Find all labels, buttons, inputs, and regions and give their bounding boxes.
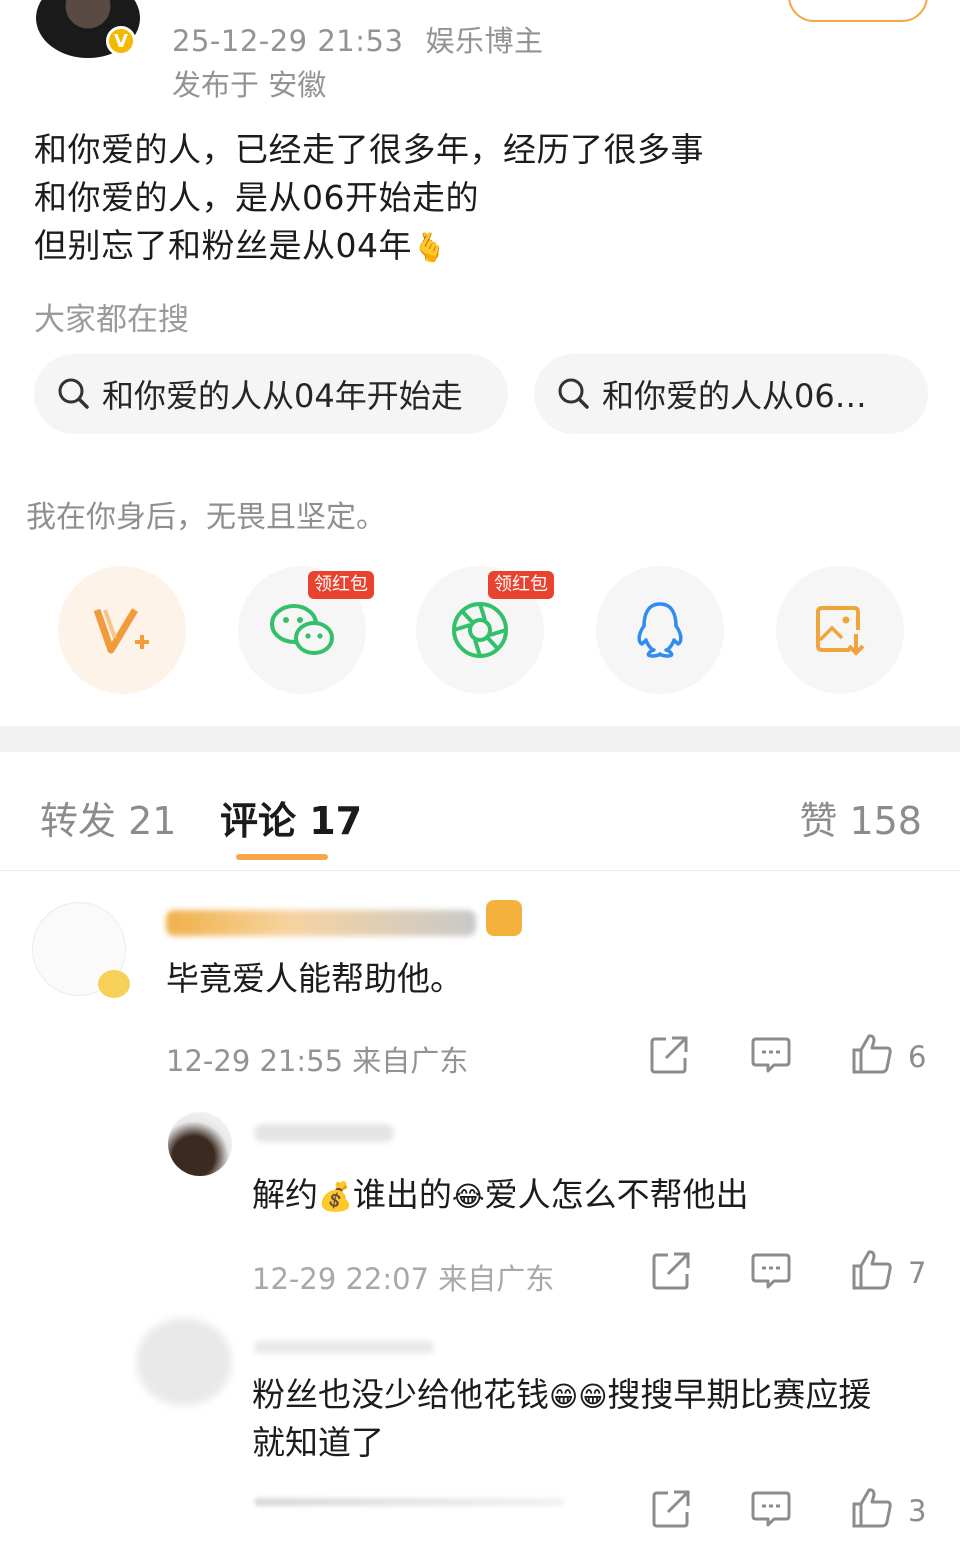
reply-icon[interactable] <box>750 1250 792 1292</box>
comment-text-part: 解约 <box>252 1175 318 1214</box>
comment-meta: 12-29 22:07 来自广东 <box>252 1262 555 1296</box>
post-line-3: 但别忘了和粉丝是从04年🫰 <box>34 222 704 272</box>
search-icon <box>58 378 89 409</box>
share-v-plus-button[interactable] <box>58 566 186 694</box>
comment-meta: 12-29 21:55 来自广东 <box>166 1044 469 1078</box>
save-image-icon <box>816 606 865 656</box>
commenter-name[interactable] <box>254 1340 434 1354</box>
comment-text: 粉丝也没少给他花钱😁😁搜搜早期比赛应援 <box>252 1370 871 1422</box>
reply-icon[interactable] <box>750 1034 792 1076</box>
member-badge-icon <box>98 970 130 998</box>
verified-badge-icon: V <box>106 26 136 56</box>
post-line-1: 和你爱的人，已经走了很多年，经历了很多事 <box>34 130 704 169</box>
search-chip-2[interactable]: 和你爱的人从06… <box>534 354 928 434</box>
comment-meta <box>254 1498 564 1506</box>
search-chip-1[interactable]: 和你爱的人从04年开始走 <box>34 354 508 434</box>
tab-likes[interactable]: 赞 158 <box>799 790 922 845</box>
comment-text-part: 爱人怎么不帮他出 <box>484 1175 749 1214</box>
like-icon[interactable] <box>850 1486 894 1530</box>
save-image-button[interactable] <box>776 566 904 694</box>
comment-text-part: 谁出的 <box>352 1175 452 1214</box>
like-icon[interactable] <box>850 1032 894 1076</box>
commenter-name[interactable] <box>254 1124 394 1142</box>
redpack-badge: 领红包 <box>488 571 554 599</box>
author-tag: 娱乐博主 <box>425 24 544 58</box>
share-icon[interactable] <box>650 1488 692 1530</box>
grinning-face-icon: 😁😁 <box>549 1380 608 1413</box>
tab-repost[interactable]: 转发 21 <box>40 790 176 845</box>
post-meta: 25-12-29 21:53 娱乐博主 <box>172 18 543 60</box>
qq-icon <box>637 602 683 658</box>
wechat-icon <box>270 604 334 655</box>
commenter-avatar[interactable] <box>168 1112 232 1176</box>
redpack-badge: 领红包 <box>308 571 374 599</box>
like-count: 6 <box>908 1040 927 1074</box>
laughing-tears-icon: 😂 <box>451 1180 485 1213</box>
commenter-name[interactable] <box>166 910 476 936</box>
follow-button[interactable] <box>788 0 928 22</box>
post-text: 和你爱的人，已经走了很多年，经历了很多事 和你爱的人，是从06开始走的 但别忘了… <box>34 126 704 272</box>
post-location: 发布于 安徽 <box>172 68 327 102</box>
post-timestamp: 25-12-29 21:53 <box>172 24 404 58</box>
like-icon[interactable] <box>850 1248 894 1292</box>
moments-icon <box>452 602 508 658</box>
share-icon[interactable] <box>650 1250 692 1292</box>
v-plus-icon <box>93 608 149 654</box>
search-icon <box>558 378 589 409</box>
comment-text: 解约💰谁出的😂爱人怎么不帮他出 <box>252 1170 749 1222</box>
comment-text-part: 粉丝也没少给他花钱 <box>252 1375 549 1414</box>
active-tab-indicator <box>236 854 328 860</box>
share-qq-button[interactable] <box>596 566 724 694</box>
money-bag-icon: 💰 <box>318 1180 353 1213</box>
post-line-2: 和你爱的人，是从06开始走的 <box>34 178 479 217</box>
comment-text: 毕竟爱人能帮助他。 <box>166 959 463 998</box>
author-signature: 我在你身后，无畏且坚定。 <box>26 500 386 535</box>
trending-search-label: 大家都在搜 <box>34 302 189 338</box>
like-count: 7 <box>908 1256 927 1290</box>
finger-heart-icon: 🫰 <box>412 231 448 264</box>
tabs-divider <box>0 870 960 871</box>
fan-level-badge-icon <box>486 900 522 936</box>
search-chip-text: 和你爱的人从06… <box>602 377 867 415</box>
like-count: 3 <box>908 1494 927 1528</box>
comment-text-part: 搜搜早期比赛应援 <box>607 1375 872 1414</box>
share-icon[interactable] <box>648 1034 690 1076</box>
commenter-avatar[interactable] <box>136 1318 232 1406</box>
comment-text-line-2: 就知道了 <box>252 1423 384 1462</box>
reply-icon[interactable] <box>750 1488 792 1530</box>
search-chip-text: 和你爱的人从04年开始走 <box>102 377 463 415</box>
section-divider <box>0 726 960 752</box>
tab-comments[interactable]: 评论 17 <box>220 790 362 845</box>
post-line-3-text: 但别忘了和粉丝是从04年 <box>34 226 412 265</box>
